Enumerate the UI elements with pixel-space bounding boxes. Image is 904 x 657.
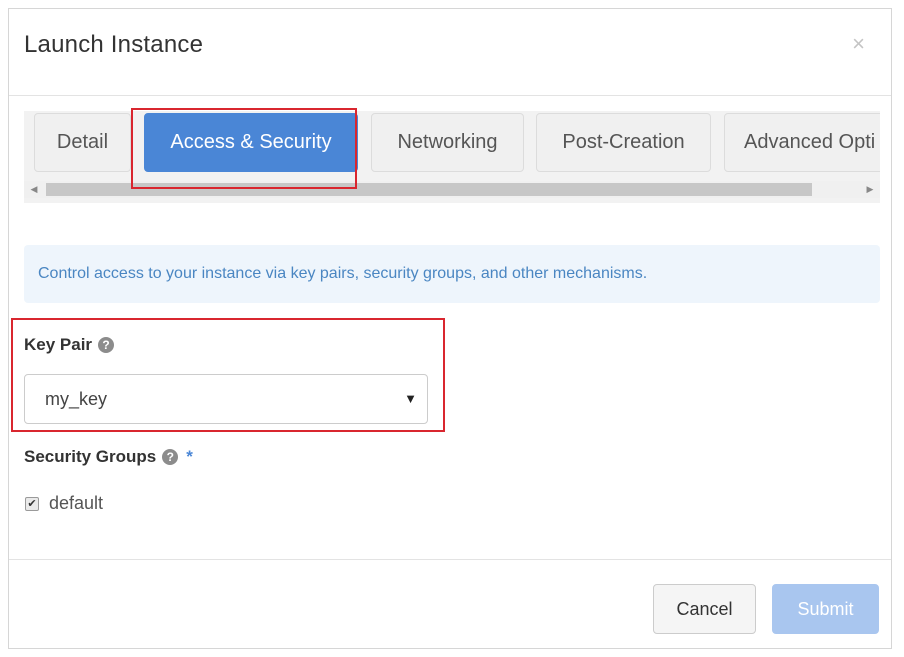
required-indicator: * (186, 447, 193, 466)
scroll-right-arrow-icon[interactable]: ▶ (860, 181, 880, 198)
help-icon[interactable]: ? (98, 337, 115, 353)
scroll-left-arrow-icon[interactable]: ◀ (24, 181, 44, 198)
close-icon[interactable]: × (852, 33, 865, 55)
security-group-option-label[interactable]: default (49, 493, 103, 514)
tab-access-security[interactable]: Access & Security (144, 113, 358, 172)
key-pair-label: Key Pair ? (24, 335, 115, 355)
info-message: Control access to your instance via key … (24, 245, 880, 303)
tab-post-creation[interactable]: Post-Creation (536, 113, 711, 172)
modal-title: Launch Instance (24, 31, 204, 58)
modal-footer: Cancel Submit (9, 559, 891, 650)
wizard-tabs: Detail Access & Security Networking Post… (24, 111, 880, 203)
security-group-option-default[interactable]: ✔ default (25, 493, 103, 514)
key-pair-select[interactable]: my_key ▼ (24, 374, 428, 424)
tab-detail[interactable]: Detail (34, 113, 131, 172)
submit-button[interactable]: Submit (772, 584, 879, 634)
info-message-text: Control access to your instance via key … (38, 265, 648, 282)
modal-header: Launch Instance × (9, 9, 891, 96)
checkbox-checked-icon[interactable]: ✔ (25, 496, 39, 511)
cancel-button[interactable]: Cancel (653, 584, 756, 634)
help-icon[interactable]: ? (162, 449, 179, 465)
launch-instance-modal: Launch Instance × Detail Access & Securi… (8, 8, 892, 649)
scroll-thumb[interactable] (46, 183, 812, 196)
key-pair-selected-value: my_key (45, 389, 108, 409)
caret-down-icon: ▼ (404, 391, 417, 406)
tab-networking[interactable]: Networking (371, 113, 524, 172)
tabs-scrollbar[interactable]: ◀ ▶ (24, 181, 880, 198)
key-pair-label-text: Key Pair (24, 335, 93, 354)
security-groups-label: Security Groups ? * (24, 447, 193, 467)
tab-advanced-options[interactable]: Advanced Opti (724, 113, 880, 172)
security-groups-label-text: Security Groups (24, 447, 157, 466)
